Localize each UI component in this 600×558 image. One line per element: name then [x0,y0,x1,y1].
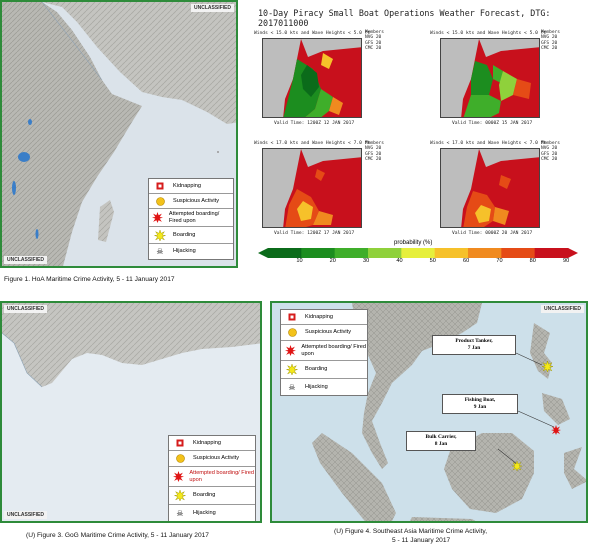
hijacking-icon: ☠ [176,508,184,518]
figure4-caption-line2: 5 - 11 January 2017 [392,537,451,544]
attempted-boarding-icon [281,345,299,356]
colorbar-tick-label: 10 [296,258,303,264]
colorbar-tick-label: 20 [329,258,336,264]
colorbar-segment [468,248,502,258]
forecast-map-1 [262,38,362,118]
legend-row-boarding: Boarding [149,227,233,244]
legend-row-hijacking: ☠ Hijacking [169,505,255,521]
forecast-map-3 [262,148,362,228]
probability-label: probability (%) [394,240,433,246]
colorbar-tick-label: 90 [563,258,570,264]
legend-row-suspicious: Suspicious Activity [169,451,255,467]
callout-product-tanker: Product Tanker, 7 Jan [432,335,516,355]
gog-legend: Kidnapping Suspicious Activity Attempted… [168,435,256,521]
forecast-panel-1-conditions: Winds < 15.0 kts and Wave Heights < 5.0 … [254,31,371,36]
probability-ticks: 10 20 30 40 50 60 70 80 90 [258,258,578,267]
legend-row-hijacking: ☠ Hijacking [281,379,367,395]
forecast-title: 10-Day Piracy Small Boat Operations Weat… [258,8,551,28]
forecast-panel-2-members: Members NVG 20 GFS 20 CMC 20 [541,30,560,51]
attempted-boarding-icon [149,212,167,223]
forecast-panel-1-valid-time: Valid Time: 1200Z 12 JAN 2017 [274,121,355,126]
figure1-caption: Figure 1. HoA Maritime Crime Activity, 5… [4,276,175,283]
unclassified-bottom-label: UNCLASSIFIED [4,511,47,519]
forecast-map-2 [440,38,540,118]
colorbar-tick-label: 40 [396,258,403,264]
boarding-icon [281,364,303,375]
legend-row-boarding: Boarding [281,361,367,379]
forecast-panel-3-conditions: Winds < 17.0 kts and Wave Heights < 7.0 … [254,141,371,146]
kidnapping-icon [281,313,303,321]
suspicious-activity-icon [149,196,171,206]
sea-map-panel: UNCLASSIFIED Kidnapping Suspicious Activ… [270,301,588,523]
forecast-panel-3-valid-time: Valid Time: 1200Z 17 JAN 2017 [274,231,355,236]
legend-row-boarding: Boarding [169,487,255,505]
legend-row-suspicious: Suspicious Activity [281,325,367,341]
unclassified-top-label: UNCLASSIFIED [541,305,584,313]
unclassified-top-label: UNCLASSIFIED [4,305,47,313]
colorbar-segment [368,248,402,258]
attempted-boarding-icon [169,471,187,482]
forecast-panel-2-conditions: Winds < 15.0 kts and Wave Heights < 5.0 … [430,31,547,36]
colorbar-tick-label: 70 [496,258,503,264]
suspicious-activity-icon [281,328,303,337]
forecast-panel-4-conditions: Winds < 17.0 kts and Wave Heights < 7.0 … [430,141,547,146]
colorbar-min-arrow [258,248,268,258]
legend-row-attempted: Attempted boarding/ Fired upon [169,467,255,487]
boarding-icon [149,229,171,241]
hijacking-icon: ☠ [156,247,164,256]
forecast-panel-1-members: Members NVG 20 GFS 20 CMC 20 [365,30,384,51]
legend-row-kidnapping: Kidnapping [281,310,367,325]
hijacking-icon: ☠ [288,382,296,392]
colorbar-max-arrow [568,248,578,258]
colorbar-segment [401,248,436,258]
colorbar-segment [501,248,536,258]
kidnapping-icon [169,439,191,447]
colorbar-tick-label: 30 [363,258,370,264]
forecast-map-4 [440,148,540,228]
callout-bulk-carrier: Bulk Carrier, 8 Jan [406,431,476,451]
forecast-panel-4-members: Members NVG 20 GFS 20 CMC 20 [541,141,560,162]
colorbar-segment [334,248,369,258]
colorbar-tick-label: 80 [529,258,536,264]
forecast-panel-4-valid-time: Valid Time: 0000Z 20 JAN 2017 [452,231,533,236]
legend-row-kidnapping: Kidnapping [169,436,255,451]
legend-row-attempted: Attempted boarding/ Fired upon [281,341,367,361]
unclassified-bottom-label: UNCLASSIFIED [4,256,47,264]
callout-fishing-boat: Fishing Boat, 9 Jan [442,394,518,414]
forecast-panel-2-valid-time: Valid Time: 0000Z 15 JAN 2017 [452,121,533,126]
forecast-panel-3-members: Members NVG 20 GFS 20 CMC 20 [365,141,384,162]
legend-row-suspicious: Suspicious Activity [149,194,233,209]
figure4-caption-line1: (U) Figure 4. Southeast Asia Maritime Cr… [334,528,488,535]
suspicious-activity-icon [169,454,191,463]
figure3-caption: (U) Figure 3. GoG Maritime Crime Activit… [26,532,209,539]
legend-row-attempted: Attempted boarding/ Fired upon [149,209,233,227]
hoa-map-panel: UNCLASSIFIED UNCLASSIFIED Kidnapping Sus… [0,0,238,268]
gog-map-panel: UNCLASSIFIED UNCLASSIFIED Kidnapping Sus… [0,301,262,523]
colorbar-tick-label: 50 [429,258,436,264]
hoa-legend: Kidnapping Suspicious Activity Attempted… [148,178,234,260]
forecast-figure: 10-Day Piracy Small Boat Operations Weat… [240,0,600,270]
colorbar-segment [434,248,469,258]
sea-legend: Kidnapping Suspicious Activity Attempted… [280,309,368,396]
colorbar-segment [301,248,336,258]
colorbar-tick-label: 60 [463,258,470,264]
colorbar-segment [268,248,302,258]
unclassified-top-label: UNCLASSIFIED [191,4,234,12]
legend-row-hijacking: ☠ Hijacking [149,244,233,259]
legend-row-kidnapping: Kidnapping [149,179,233,194]
colorbar-segment [534,248,569,258]
boarding-icon [169,490,191,501]
kidnapping-icon [149,182,171,190]
